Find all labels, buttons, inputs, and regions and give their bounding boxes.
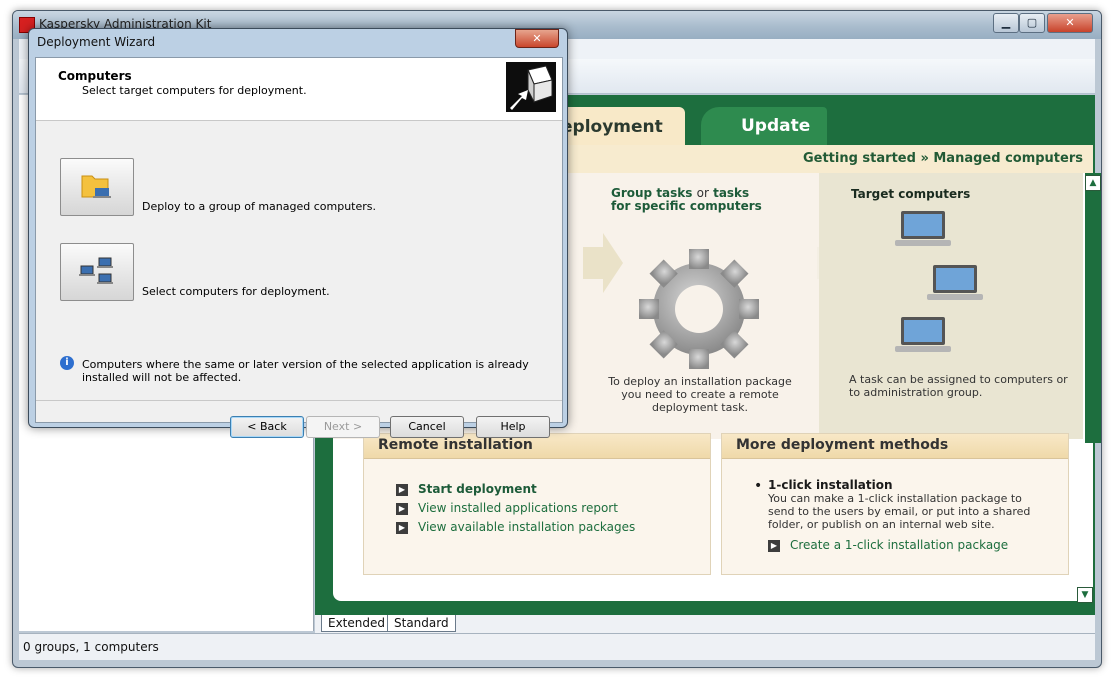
wizard-header: Computers Select target computers for de… [36, 58, 562, 121]
folder-icon [81, 175, 111, 198]
dialog-titlebar[interactable]: Deployment Wizard ✕ [29, 29, 567, 55]
remote-installation-box: Remote installation ▶ Start deployment ▶ V… [363, 433, 711, 575]
more-deployment-title: More deployment methods [736, 437, 949, 453]
scroll-up-icon[interactable]: ▲ [1085, 175, 1101, 191]
help-button[interactable]: Help [476, 416, 550, 438]
deploy-to-group-label: Deploy to a group of managed computers. [142, 200, 377, 213]
laptop-icon [895, 211, 951, 246]
breadcrumb-managed-computers[interactable]: Managed computers [933, 151, 1083, 166]
dialog-title: Deployment Wizard [37, 35, 156, 49]
wizard-step-title: Computers [58, 69, 132, 83]
play-icon: ▶ [396, 502, 408, 515]
target-computers-area: Target computers A task can be assigned [819, 173, 1083, 439]
group-tasks-text: Group tasks [611, 186, 693, 200]
cancel-button[interactable]: Cancel [390, 416, 464, 438]
play-icon: ▶ [396, 483, 408, 496]
tab-deployment-label: eployment [561, 117, 663, 137]
status-bar: 0 groups, 1 computers [19, 633, 1095, 660]
deploy-to-group-button[interactable] [60, 158, 134, 216]
breadcrumb-getting-started[interactable]: Getting started [803, 151, 916, 166]
minimize-button[interactable]: ▁ [993, 13, 1019, 33]
info-text: Computers where the same or later versio… [82, 358, 529, 384]
deployment-wizard-dialog: Deployment Wizard ✕ Computers Select tar… [28, 28, 568, 438]
maximize-button[interactable]: ▢ [1019, 13, 1045, 33]
computers-icon [79, 257, 113, 284]
info-icon: i [60, 356, 74, 370]
gear-icon [639, 249, 759, 369]
breadcrumb-separator: » [920, 151, 929, 166]
gear-caption: To deploy an installation package you ne… [608, 375, 792, 414]
target-computers-title: Target computers [851, 187, 971, 201]
play-icon: ▶ [396, 521, 408, 534]
play-icon: ▶ [768, 539, 780, 552]
back-button[interactable]: < Back [230, 416, 304, 438]
bullet-icon: • [754, 478, 763, 494]
tab-extended[interactable]: Extended [321, 615, 392, 632]
dialog-divider [36, 400, 562, 401]
vertical-scrollbar[interactable]: ▲ [1085, 173, 1101, 443]
scroll-down-icon[interactable]: ▼ [1077, 587, 1093, 603]
more-deployment-box: More deployment methods • 1-click instal… [721, 433, 1069, 575]
tab-update[interactable]: Update [701, 107, 827, 147]
oneclick-title: 1-click installation [768, 478, 893, 492]
status-text: 0 groups, 1 computers [23, 640, 159, 654]
tab-standard[interactable]: Standard [387, 615, 456, 632]
select-computers-button[interactable] [60, 243, 134, 301]
view-tabs: Extended Standard [315, 615, 1095, 633]
oneclick-description: You can make a 1-click installation pack… [768, 492, 1031, 531]
target-computers-caption: A task can be assigned to computers or t… [849, 373, 1068, 399]
dialog-body: Computers Select target computers for de… [35, 57, 563, 438]
close-button[interactable]: ✕ [1047, 13, 1093, 33]
group-tasks-or: or [696, 186, 709, 200]
flow-arrow-left-icon [583, 233, 623, 293]
select-computers-label: Select computers for deployment. [142, 285, 330, 298]
package-icon [506, 62, 556, 112]
laptop-icon [927, 265, 983, 300]
start-deployment-link[interactable]: ▶ Start deployment [396, 482, 537, 496]
view-packages-link[interactable]: ▶ View available installation packages [396, 520, 635, 534]
next-button[interactable]: Next > [306, 416, 380, 438]
tab-update-label: Update [741, 116, 811, 136]
create-oneclick-link[interactable]: ▶ Create a 1-click installation package [768, 538, 1008, 552]
view-installed-apps-link[interactable]: ▶ View installed applications report [396, 501, 618, 515]
wizard-step-subtitle: Select target computers for deployment. [82, 84, 307, 97]
dialog-close-button[interactable]: ✕ [515, 29, 559, 48]
group-tasks-heading: Group tasks or tasks for specific comput… [611, 187, 771, 213]
laptop-icon [895, 317, 951, 352]
remote-installation-title: Remote installation [378, 437, 533, 453]
